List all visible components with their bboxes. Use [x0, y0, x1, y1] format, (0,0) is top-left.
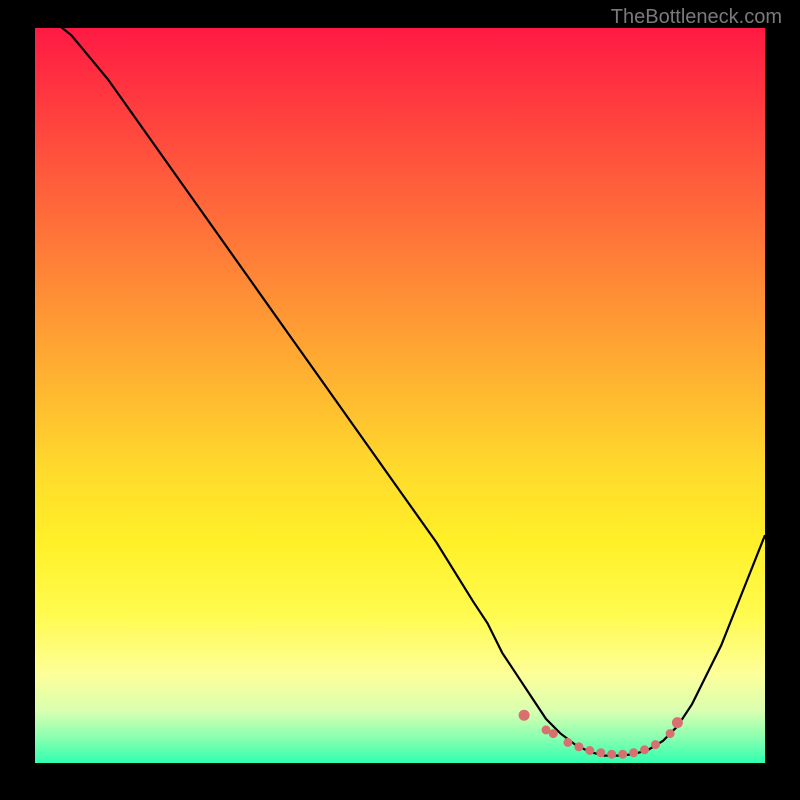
highlight-dot [608, 750, 616, 758]
highlight-dot [652, 741, 660, 749]
chart-plot-area [35, 28, 765, 763]
highlight-dot [542, 726, 550, 734]
highlight-dot [666, 730, 674, 738]
highlight-dot [619, 750, 627, 758]
highlight-dot [564, 738, 572, 746]
highlight-dot [597, 749, 605, 757]
chart-svg [35, 28, 765, 763]
highlight-dot [549, 730, 557, 738]
highlight-dot [641, 746, 649, 754]
highlight-dot [519, 710, 529, 720]
watermark-text: TheBottleneck.com [611, 6, 782, 29]
highlight-dot [575, 743, 583, 751]
bottleneck-curve [35, 6, 765, 756]
highlight-dot [586, 747, 594, 755]
highlight-dot [630, 749, 638, 757]
highlight-dot [672, 718, 682, 728]
optimal-range-dots [519, 710, 682, 758]
